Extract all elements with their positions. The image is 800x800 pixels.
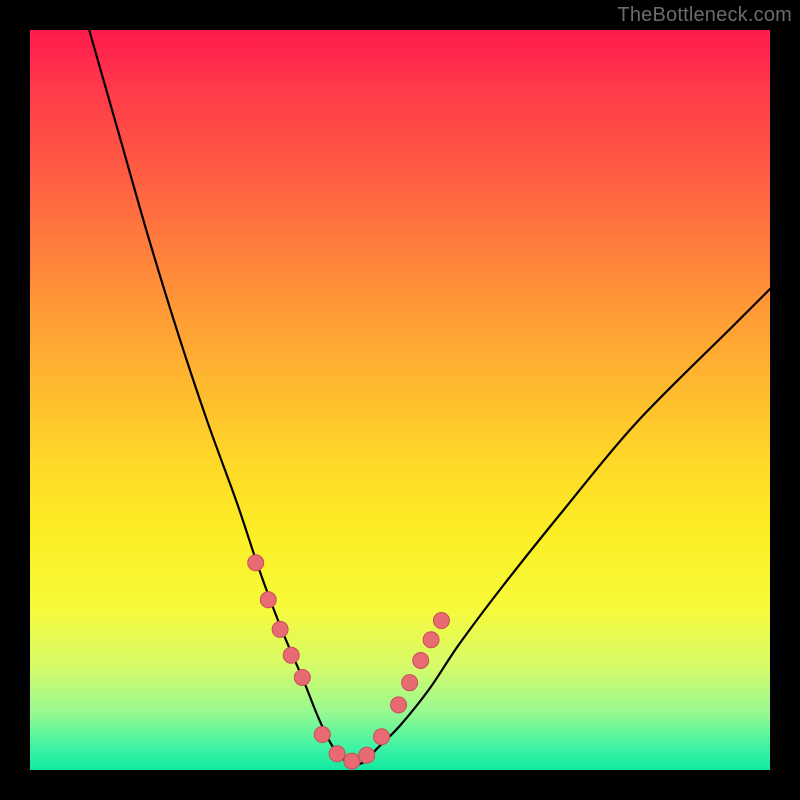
- chart-frame: TheBottleneck.com: [0, 0, 800, 800]
- curve-marker: [272, 621, 288, 637]
- curve-marker: [359, 747, 375, 763]
- curve-marker: [314, 726, 330, 742]
- curve-marker: [248, 555, 264, 571]
- curve-marker: [374, 729, 390, 745]
- watermark-text: TheBottleneck.com: [617, 4, 792, 27]
- curve-marker: [402, 675, 418, 691]
- marker-group: [248, 555, 450, 769]
- plot-area: [30, 30, 770, 770]
- curve-layer: [30, 30, 770, 770]
- curve-marker: [260, 592, 276, 608]
- curve-marker: [344, 753, 360, 769]
- curve-marker: [329, 746, 345, 762]
- curve-marker: [391, 697, 407, 713]
- curve-marker: [433, 613, 449, 629]
- curve-marker: [423, 632, 439, 648]
- curve-marker: [413, 652, 429, 668]
- curve-marker: [294, 670, 310, 686]
- bottleneck-curve: [89, 30, 770, 764]
- curve-marker: [283, 647, 299, 663]
